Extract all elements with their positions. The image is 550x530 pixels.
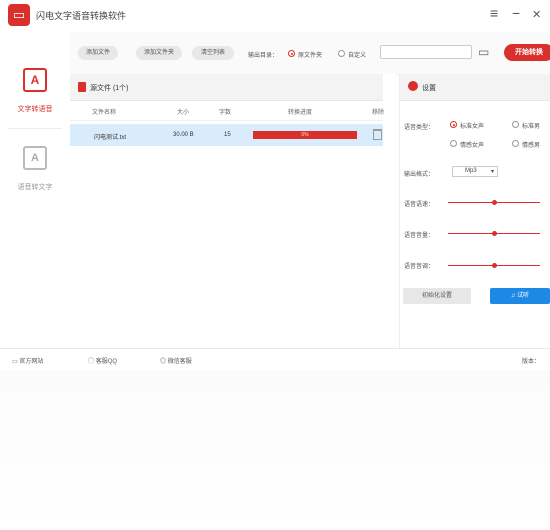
- qq-label: 客服QQ: [95, 359, 118, 365]
- monitor-icon: ▭: [12, 359, 18, 365]
- website-link[interactable]: ▭ 官方网站: [12, 356, 43, 365]
- voice-emotion-female-label: 情感女声: [460, 143, 485, 149]
- progress-bar: 0%: [253, 131, 357, 139]
- headphones-icon: ♫: [510, 293, 516, 299]
- wechat-label: 微信客服: [167, 359, 192, 365]
- file-panel-header: 源文件 (1个): [70, 74, 383, 101]
- sidebar: A 文字转语音 A 语音转文字: [0, 32, 71, 348]
- trash-icon[interactable]: [373, 129, 382, 140]
- document-icon: [78, 82, 86, 92]
- column-header-size: 大小: [177, 110, 190, 116]
- text-to-speech-icon: A: [23, 68, 47, 92]
- progress-text: 0%: [301, 132, 309, 138]
- status-bar: ▭ 官方网站 ◯ 客服QQ ◎ 微信客服 版本：: [0, 348, 550, 371]
- chevron-down-icon: ▾: [490, 169, 494, 175]
- menu-icon[interactable]: ≡: [490, 6, 498, 20]
- column-header-progress: 转换进度: [288, 110, 313, 116]
- output-original-label: 原文件夹: [298, 53, 323, 59]
- voice-standard-male-radio[interactable]: [512, 121, 519, 128]
- reset-settings-button[interactable]: 初始化设置: [403, 288, 471, 304]
- output-path-input[interactable]: [380, 45, 472, 59]
- settings-panel: 设置: [399, 74, 550, 348]
- website-label: 官方网站: [19, 359, 44, 365]
- app-logo-icon: ▭: [8, 4, 30, 26]
- speed-slider-knob[interactable]: [491, 200, 497, 205]
- speech-to-text-icon: A: [23, 146, 47, 170]
- volume-slider[interactable]: [448, 231, 540, 236]
- reflection-area: [0, 370, 550, 530]
- table-divider: [70, 120, 383, 121]
- speed-slider[interactable]: [448, 200, 540, 205]
- format-select[interactable]: Mp3 ▾: [452, 166, 498, 177]
- voice-type-label: 语音类型：: [404, 125, 435, 131]
- column-header-remove: 移除: [372, 110, 385, 116]
- column-header-name: 文件名称: [92, 110, 117, 116]
- volume-slider-knob[interactable]: [491, 231, 497, 236]
- column-header-words: 字数: [219, 110, 232, 116]
- output-original-radio[interactable]: [288, 50, 295, 57]
- file-panel-title: 源文件 (1个): [90, 85, 129, 92]
- qq-link[interactable]: ◯ 客服QQ: [88, 356, 117, 365]
- pitch-label: 语音音调：: [404, 264, 435, 270]
- app-title: 闪电文字语音转换软件: [36, 11, 127, 21]
- output-custom-radio[interactable]: [338, 50, 345, 57]
- minimize-icon[interactable]: −: [512, 6, 520, 20]
- listen-button[interactable]: ♫ 试听: [490, 288, 550, 304]
- format-value: Mp3: [465, 168, 477, 174]
- pitch-slider-knob[interactable]: [491, 263, 497, 268]
- sidebar-item-text-to-speech[interactable]: A 文字转语音: [0, 68, 70, 128]
- file-size-cell: 30.00 B: [173, 132, 194, 138]
- start-convert-button[interactable]: 开始转换: [504, 44, 550, 61]
- voice-standard-male-label: 标准男: [522, 124, 541, 130]
- voice-emotion-male-radio[interactable]: [512, 140, 519, 147]
- file-name-cell: 闪电测试.txt: [94, 135, 127, 141]
- file-panel: 源文件 (1个) 文件名称 大小 字数 转换进度 移除: [70, 74, 397, 348]
- sidebar-divider: [8, 128, 62, 129]
- settings-header: 设置: [400, 74, 550, 101]
- voice-standard-female-radio[interactable]: [450, 121, 457, 128]
- word-count-cell: 15: [224, 132, 231, 138]
- clear-list-button[interactable]: 清空列表: [192, 46, 234, 60]
- version-label: 版本：: [522, 359, 541, 365]
- sidebar-item-label: 语音转文字: [17, 184, 53, 191]
- wechat-icon: ◎: [160, 359, 167, 365]
- title-bar: ▭ 闪电文字语音转换软件 ≡ − ✕: [0, 0, 550, 33]
- output-custom-label: 自定义: [348, 53, 367, 59]
- qq-icon: ◯: [88, 359, 95, 365]
- output-dir-label: 输出目录：: [248, 53, 279, 59]
- toolbar: 添加文件 添加文件夹 清空列表 输出目录： 原文件夹 自定义 ▭ 开始转换: [70, 32, 550, 75]
- settings-title: 设置: [422, 85, 436, 92]
- output-format-label: 输出格式：: [404, 172, 435, 178]
- speed-label: 语音语速：: [404, 202, 435, 208]
- sidebar-item-label: 文字转语音: [17, 106, 53, 113]
- add-file-button[interactable]: 添加文件: [78, 46, 118, 60]
- voice-emotion-female-radio[interactable]: [450, 140, 457, 147]
- folder-icon[interactable]: ▭: [478, 46, 489, 58]
- volume-label: 语音音量：: [404, 233, 435, 239]
- table-row[interactable]: 闪电测试.txt 30.00 B 15 0%: [70, 124, 383, 146]
- sidebar-item-speech-to-text[interactable]: A 语音转文字: [0, 146, 70, 206]
- voice-standard-female-label: 标准女声: [460, 124, 485, 130]
- listen-button-label: 试听: [517, 293, 530, 299]
- wechat-link[interactable]: ◎ 微信客服: [160, 356, 192, 365]
- voice-emotion-male-label: 情感男: [522, 143, 541, 149]
- close-icon[interactable]: ✕: [532, 8, 541, 22]
- pitch-slider[interactable]: [448, 263, 540, 268]
- gear-icon: [408, 81, 418, 91]
- add-folder-button[interactable]: 添加文件夹: [136, 46, 182, 60]
